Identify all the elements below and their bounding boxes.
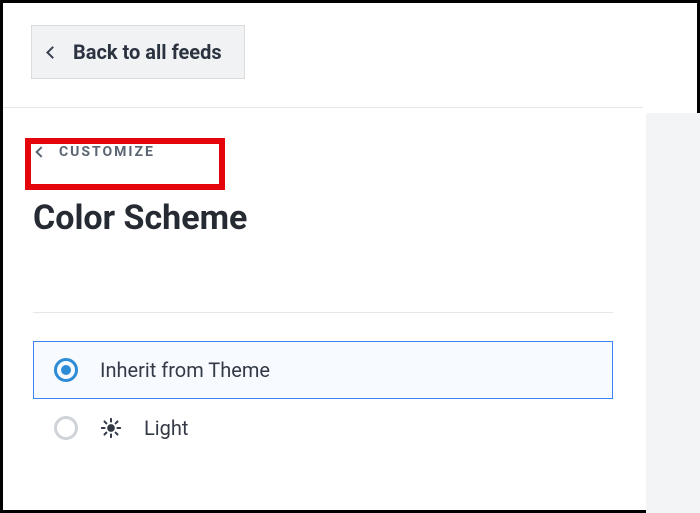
breadcrumb-label: Customize: [59, 144, 155, 160]
option-label: Light: [144, 416, 188, 440]
chevron-left-icon: [35, 146, 46, 157]
settings-panel: Customize Color Scheme Inherit from Them…: [3, 107, 643, 457]
back-to-feeds-button[interactable]: Back to all feeds: [31, 25, 245, 79]
color-scheme-options: Inherit from Theme Light: [33, 312, 613, 457]
sun-icon: [100, 417, 122, 439]
option-label: Inherit from Theme: [100, 358, 270, 382]
breadcrumb-customize[interactable]: Customize: [33, 138, 165, 166]
option-light[interactable]: Light: [33, 399, 613, 457]
top-bar: Back to all feeds: [3, 3, 697, 107]
page-title: Color Scheme: [33, 198, 613, 238]
radio-icon: [54, 358, 78, 382]
chevron-left-icon: [46, 46, 59, 59]
back-label: Back to all feeds: [73, 40, 222, 64]
option-inherit-from-theme[interactable]: Inherit from Theme: [33, 341, 613, 399]
radio-icon: [54, 416, 78, 440]
preview-strip: [646, 113, 700, 513]
